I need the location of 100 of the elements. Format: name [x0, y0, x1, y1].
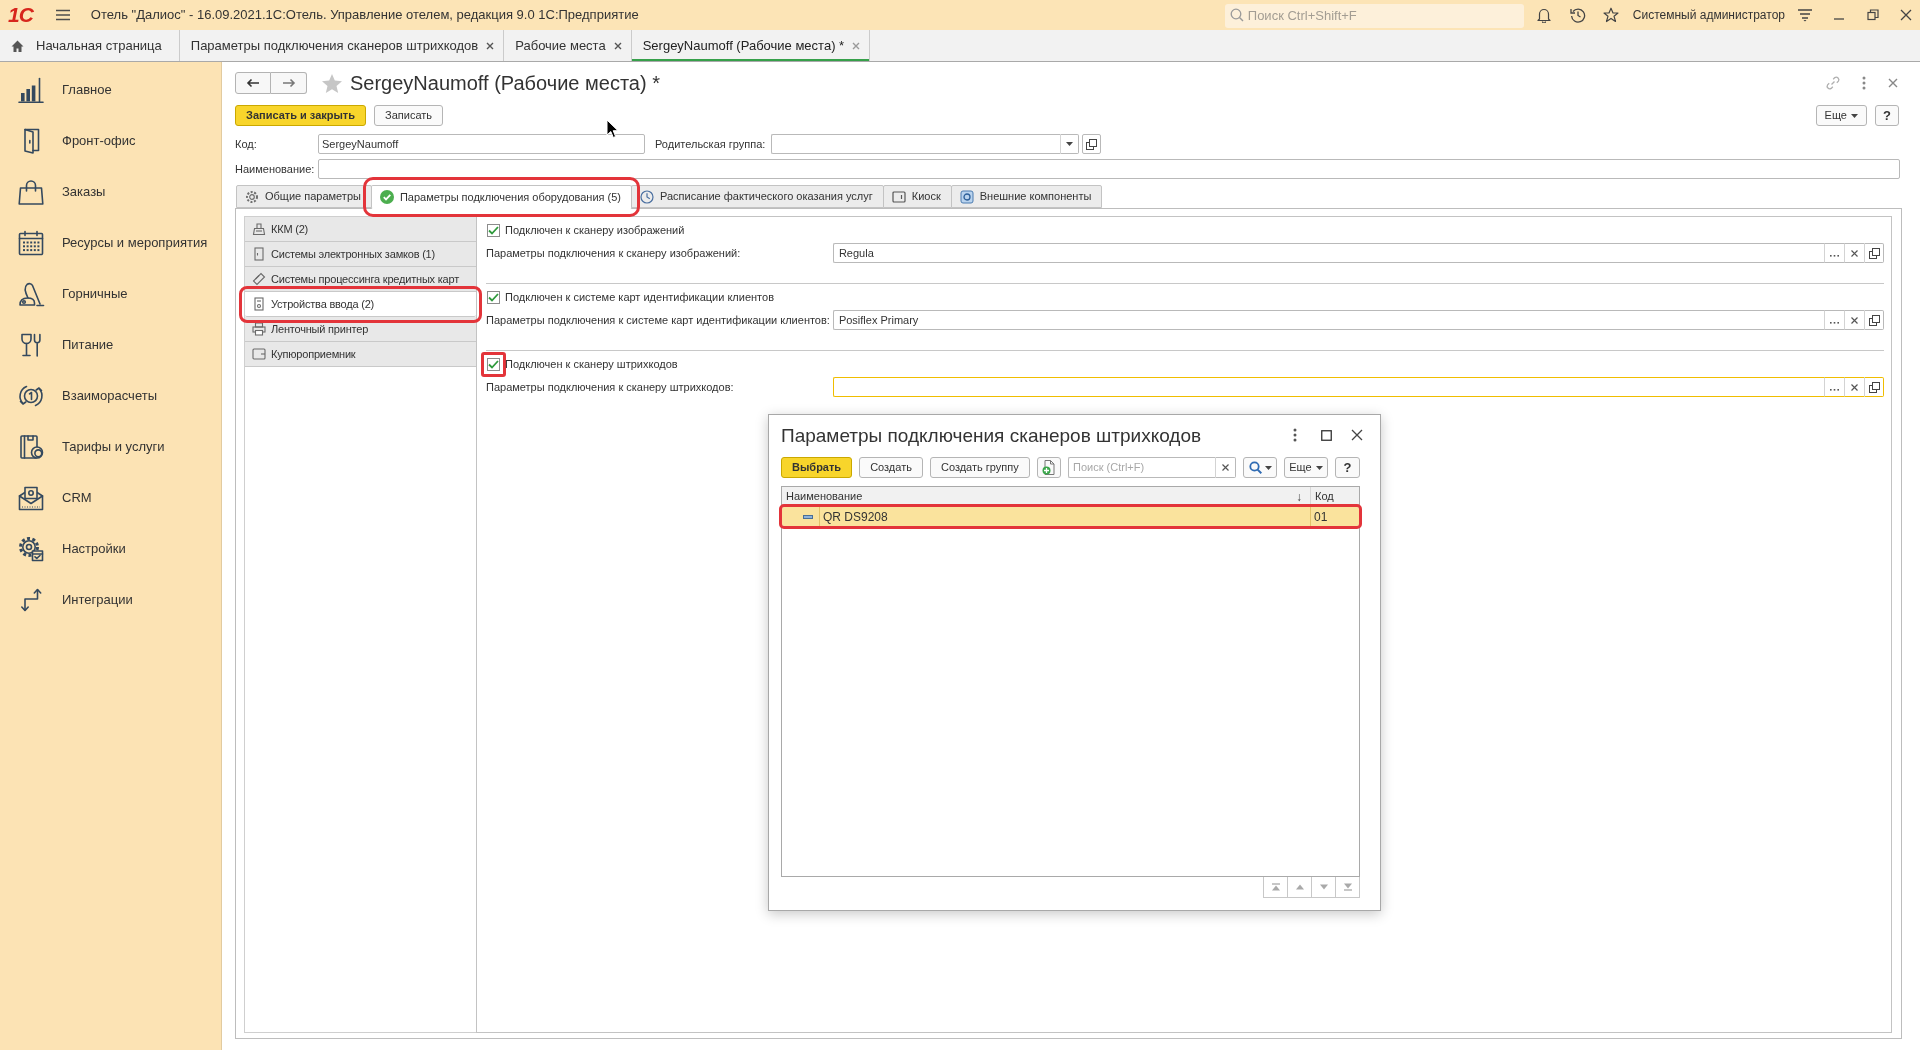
sidebar-item[interactable]: Ресурсы и мероприятия — [0, 217, 221, 268]
clear-button[interactable] — [1844, 243, 1864, 263]
device-type-item[interactable]: Системы процессинга кредитных карт — [245, 267, 476, 292]
checkbox[interactable] — [487, 357, 500, 371]
tab[interactable]: Киоск — [882, 185, 952, 208]
search-field[interactable]: Поиск (Ctrl+F) — [1068, 457, 1215, 478]
maximize-icon[interactable] — [1321, 429, 1332, 441]
select-button[interactable]: Выбрать — [781, 457, 853, 478]
input-field[interactable]: Posiflex Primary — [832, 310, 1824, 330]
tab[interactable]: Внешние компоненты — [950, 185, 1103, 208]
sidebar-item[interactable]: Взаиморасчеты — [0, 370, 221, 421]
save-and-close-button[interactable]: Записать и закрыть — [235, 105, 367, 126]
device-type-item[interactable]: Купюроприемник — [245, 342, 476, 367]
open-icon — [1868, 381, 1880, 393]
window-title: Отель "Далиос" - 16.09.2021.1С:Отель. Управление отелем, редакция 9.0 1С:Предприятие — [90, 6, 639, 25]
book-coin-icon — [17, 432, 45, 461]
create-group-button[interactable]: Создать группу — [929, 457, 1030, 478]
device-type-item[interactable]: Системы электронных замков (1) — [245, 242, 476, 267]
device-type-item[interactable]: ККМ (2) — [245, 217, 476, 242]
logo: 1С — [8, 4, 33, 26]
open-button[interactable] — [1864, 377, 1884, 397]
open-button[interactable] — [1082, 134, 1101, 154]
tab[interactable]: Общие параметры — [236, 185, 372, 208]
sidebar-item[interactable]: Фронт-офис — [0, 115, 221, 166]
forward-arrow-icon — [281, 78, 296, 88]
menu-icon[interactable] — [54, 9, 71, 21]
sidebar-item[interactable]: CRM — [0, 472, 221, 523]
sidebar-item[interactable]: Главное — [0, 64, 221, 115]
column-header[interactable]: Наименование ↓ — [782, 487, 1310, 506]
tab[interactable]: Рабочие места — [504, 30, 632, 61]
close-icon[interactable] — [1351, 429, 1363, 441]
scroll-to-bottom-button[interactable] — [1335, 877, 1360, 898]
input-field[interactable]: Regula — [832, 243, 1824, 263]
back-button[interactable] — [235, 72, 271, 94]
last-icon — [1342, 883, 1353, 891]
code-field[interactable]: SergeyNaumoff — [318, 134, 645, 154]
open-button[interactable] — [1864, 243, 1884, 263]
tab[interactable]: Расписание фактического оказания услуг — [631, 185, 884, 208]
create-button[interactable]: Создать — [859, 457, 923, 478]
table-row[interactable]: QR DS9208 01 — [782, 507, 1359, 526]
more-vertical-icon[interactable] — [1293, 428, 1297, 442]
bell-icon[interactable] — [1535, 7, 1552, 23]
triangle-up-icon — [1294, 883, 1305, 891]
field-label: Наименование: — [235, 161, 316, 177]
parent-group-field[interactable] — [771, 134, 1060, 154]
more-vertical-icon[interactable] — [1862, 76, 1866, 90]
sidebar-item[interactable]: Тарифы и услуги — [0, 421, 221, 472]
field-label: Код: — [235, 136, 258, 152]
field-label: Параметры подключения к системе карт идентификации клиентов: — [486, 312, 830, 328]
sidebar-item[interactable]: Горничные — [0, 268, 221, 319]
checkmark-icon — [488, 292, 499, 302]
menu-lines-icon[interactable] — [1797, 8, 1813, 22]
tab[interactable]: Параметры подключения сканеров штрихкодов — [179, 30, 505, 61]
help-button[interactable]: ? — [1875, 105, 1899, 126]
clear-button[interactable] — [1215, 457, 1236, 478]
name-field[interactable] — [318, 159, 1900, 179]
input-field[interactable] — [832, 377, 1824, 397]
checkbox[interactable] — [487, 223, 500, 237]
user-name[interactable]: Системный администратор — [1632, 6, 1785, 24]
field-label: Родительская группа: — [655, 136, 767, 152]
sidebar-item[interactable]: Питание — [0, 319, 221, 370]
more-button[interactable]: Еще — [1284, 457, 1328, 478]
checkbox-label[interactable]: Подключен к сканеру штрихкодов — [505, 355, 678, 373]
checkbox-label[interactable]: Подключен к сканеру изображений — [505, 221, 685, 239]
forward-button[interactable] — [271, 72, 307, 94]
checkbox-label[interactable]: Подключен к системе карт идентификации клиентов — [505, 288, 774, 306]
search-field[interactable]: Поиск Ctrl+Shift+F — [1224, 3, 1524, 28]
sidebar-item[interactable]: Интеграции — [0, 574, 221, 625]
close-icon[interactable] — [486, 41, 495, 50]
dialog-title: Параметры подключения сканеров штрихкодов — [781, 423, 1202, 447]
scroll-to-top-button[interactable] — [1263, 877, 1288, 898]
star-icon[interactable] — [1602, 7, 1619, 23]
history-icon[interactable] — [1569, 7, 1586, 23]
close-icon[interactable] — [1900, 9, 1912, 21]
save-button[interactable]: Записать — [374, 105, 444, 126]
sidebar-item[interactable]: Настройки — [0, 523, 221, 574]
checkbox[interactable] — [487, 290, 500, 304]
checkmark-icon — [488, 225, 499, 235]
clear-button[interactable] — [1844, 377, 1864, 397]
device-type-item[interactable]: Ленточный принтер — [245, 317, 476, 342]
add-document-button[interactable] — [1036, 457, 1061, 478]
sidebar-item[interactable]: Заказы — [0, 166, 221, 217]
tab[interactable]: Начальная страница — [0, 30, 180, 61]
open-button[interactable] — [1864, 310, 1884, 330]
restore-icon[interactable] — [1867, 9, 1879, 21]
components-icon — [959, 189, 974, 204]
help-button[interactable]: ? — [1334, 457, 1360, 478]
clear-button[interactable] — [1844, 310, 1864, 330]
table-cell: 01 — [1310, 507, 1359, 526]
more-button[interactable]: Еще — [1815, 105, 1867, 126]
cash-register-icon — [252, 222, 266, 236]
card-icon — [252, 272, 266, 286]
open-icon — [1868, 247, 1880, 259]
tab[interactable]: SergeyNaumoff (Рабочие места) * — [631, 30, 871, 61]
star-icon[interactable] — [321, 72, 343, 94]
dropdown-button[interactable] — [1060, 134, 1079, 154]
sort-indicator: ↓ — [1296, 489, 1302, 504]
search-button[interactable] — [1243, 457, 1277, 478]
close-icon[interactable] — [613, 41, 622, 50]
caret-icon — [1851, 113, 1858, 118]
